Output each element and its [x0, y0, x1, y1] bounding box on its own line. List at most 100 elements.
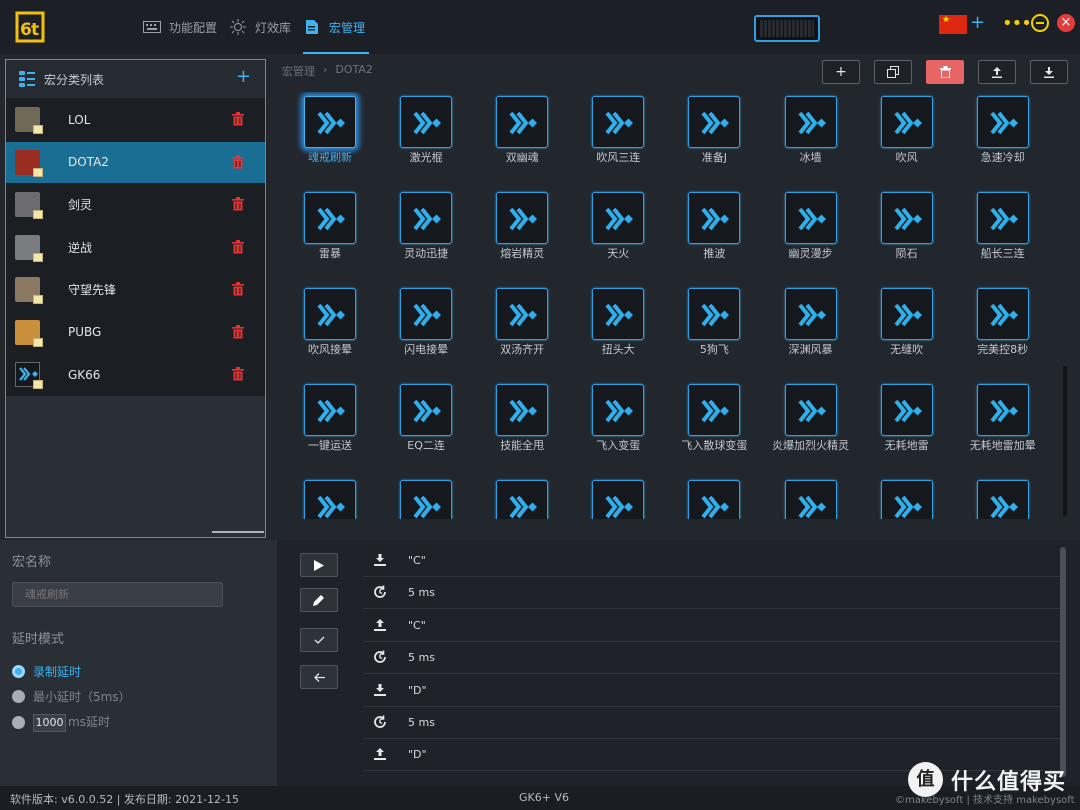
delete-macro-button[interactable] — [926, 60, 964, 84]
macro-item[interactable]: 冰墙 — [763, 96, 859, 164]
macro-name: 双汤齐开 — [500, 343, 545, 356]
copy-macro-button[interactable] — [874, 60, 912, 84]
macro-item[interactable]: 双幽魂 — [474, 96, 570, 164]
keyboard-device-thumbnail[interactable] — [754, 15, 820, 42]
language-flag[interactable]: ★ — [939, 15, 967, 34]
macro-icon — [688, 96, 741, 148]
macro-item[interactable]: 飞入变蛋 — [570, 384, 666, 452]
minimize-button[interactable] — [1031, 14, 1049, 32]
macro-item[interactable]: 激光棍 — [378, 96, 474, 164]
macro-item[interactable] — [474, 480, 570, 519]
macro-item[interactable]: 熔岩精灵 — [474, 192, 570, 260]
delete-category-icon[interactable] — [232, 239, 244, 254]
macro-item[interactable]: 无耗地雷加晕 — [955, 384, 1051, 452]
macro-item[interactable]: 深渊风暴 — [763, 288, 859, 356]
back-icon — [313, 672, 325, 682]
macro-step-row[interactable]: 5 ms — [363, 707, 1060, 739]
document-icon — [303, 18, 321, 36]
macro-item[interactable]: 5狗飞 — [666, 288, 762, 356]
macro-item[interactable]: 吹风 — [859, 96, 955, 164]
add-language-icon[interactable]: + — [970, 12, 985, 34]
category-item[interactable]: DOTA2 — [6, 140, 265, 183]
category-thumbnail — [15, 362, 43, 389]
add-macro-button[interactable]: + — [822, 60, 860, 84]
delete-category-icon[interactable] — [232, 112, 244, 126]
macro-item[interactable]: 无缝吹 — [859, 288, 955, 356]
macro-step-row[interactable]: 5 ms — [363, 577, 1060, 610]
delete-category-icon[interactable] — [232, 367, 244, 381]
macro-item[interactable] — [666, 480, 762, 519]
radio-record-delay[interactable]: 录制延时 — [12, 663, 81, 680]
macro-item[interactable]: 魂戒刷新 — [282, 96, 378, 164]
macro-item[interactable]: EQ二连 — [378, 384, 474, 452]
macro-name: 推波 — [703, 247, 726, 260]
delete-category-icon[interactable] — [232, 282, 244, 296]
category-label: 剑灵 — [68, 198, 93, 213]
macro-name-input[interactable] — [12, 582, 223, 607]
macro-item[interactable]: 船长三连 — [955, 192, 1051, 260]
import-macro-button[interactable] — [978, 60, 1016, 84]
macro-step-row[interactable]: "C" — [363, 610, 1060, 642]
macro-step-row[interactable]: 5 ms — [363, 642, 1060, 675]
macro-item[interactable]: 推波 — [666, 192, 762, 260]
macro-item[interactable]: 吹风三连 — [570, 96, 666, 164]
category-panel-title: 宏分类列表 — [44, 72, 105, 87]
tab-function-config[interactable]: 功能配置 — [143, 0, 217, 54]
macro-item[interactable]: 完美控8秒 — [955, 288, 1051, 356]
macro-item[interactable]: 准备J — [666, 96, 762, 164]
macro-item[interactable]: 灵动迅捷 — [378, 192, 474, 260]
logo-icon: 6 t — [15, 11, 45, 43]
delete-category-icon[interactable] — [232, 197, 244, 211]
category-item[interactable]: LOL — [6, 98, 265, 141]
delete-category-icon[interactable] — [232, 154, 244, 169]
macro-item[interactable]: 炎爆加烈火精灵 — [763, 384, 859, 452]
macro-step-row[interactable]: "C" — [363, 545, 1060, 577]
macro-item[interactable]: 闪电接晕 — [378, 288, 474, 356]
close-button[interactable]: × — [1057, 14, 1075, 32]
tab-macro-manager[interactable]: 宏管理 — [303, 0, 370, 54]
step-list-scrollbar[interactable] — [1060, 547, 1066, 777]
radio-min-delay[interactable]: 最小延时（5ms） — [12, 688, 131, 705]
macro-item[interactable]: 雷暴 — [282, 192, 378, 260]
category-list: LOL DOTA2 剑灵逆战 守望先锋 PUBG GK66 — [6, 98, 265, 396]
macro-item[interactable]: 扭头大 — [570, 288, 666, 356]
macro-item[interactable]: 无耗地雷 — [859, 384, 955, 452]
macro-item[interactable]: 一键运送 — [282, 384, 378, 452]
tab-light-library[interactable]: 灯效库 — [229, 0, 291, 54]
category-item[interactable]: 守望先锋 — [6, 268, 265, 311]
category-item[interactable]: 逆战 — [6, 225, 265, 268]
edit-button[interactable] — [300, 588, 338, 612]
macro-item[interactable]: 幽灵漫步 — [763, 192, 859, 260]
macro-item[interactable]: 飞入散球变蛋 — [666, 384, 762, 452]
macro-item[interactable] — [763, 480, 859, 519]
macro-item[interactable] — [859, 480, 955, 519]
macro-item[interactable] — [955, 480, 1051, 519]
macro-item[interactable]: 双汤齐开 — [474, 288, 570, 356]
macro-item[interactable]: 急速冷却 — [955, 96, 1051, 164]
category-item[interactable]: 剑灵 — [6, 183, 265, 226]
delete-category-icon[interactable] — [232, 324, 244, 339]
macro-item[interactable]: 吹风接晕 — [282, 288, 378, 356]
macro-grid-scrollbar[interactable] — [1061, 92, 1069, 519]
category-scrollbar[interactable] — [212, 531, 264, 533]
back-button[interactable] — [300, 665, 338, 689]
radio-custom-delay[interactable]: 1000 ms延时 — [12, 713, 110, 732]
macro-name: 幽灵漫步 — [788, 247, 833, 260]
macro-item[interactable] — [378, 480, 474, 519]
step-value: 5 ms — [408, 586, 435, 600]
play-button[interactable] — [300, 553, 338, 577]
macro-item[interactable] — [282, 480, 378, 519]
category-item[interactable]: PUBG — [6, 310, 265, 353]
confirm-button[interactable] — [300, 628, 338, 652]
breadcrumb-root[interactable]: 宏管理 — [282, 63, 315, 79]
macro-step-row[interactable]: "D" — [363, 675, 1060, 707]
macro-item[interactable]: 陨石 — [859, 192, 955, 260]
category-item[interactable]: GK66 — [6, 353, 265, 396]
more-icon[interactable]: ••• — [1002, 13, 1032, 34]
macro-item[interactable]: 技能全甩 — [474, 384, 570, 452]
macro-item[interactable]: 天火 — [570, 192, 666, 260]
add-category-button[interactable]: + — [236, 66, 251, 87]
macro-item[interactable] — [570, 480, 666, 519]
export-macro-button[interactable] — [1030, 60, 1068, 84]
custom-delay-input[interactable]: 1000 — [33, 714, 66, 732]
